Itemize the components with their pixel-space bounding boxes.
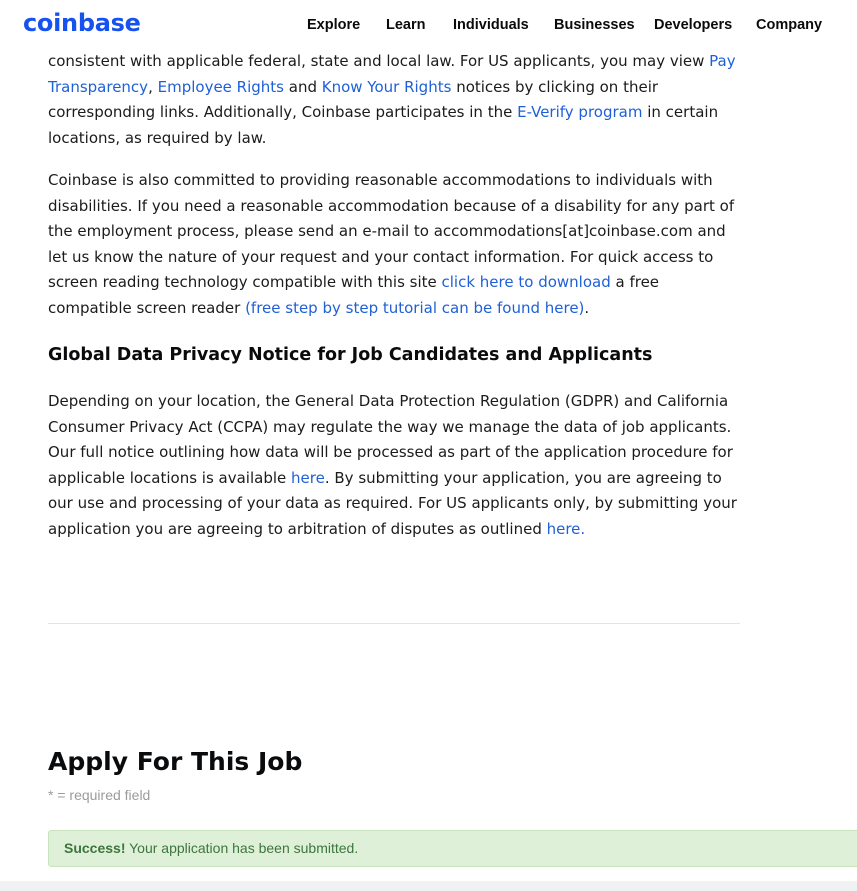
- success-message: Your application has been submitted.: [125, 840, 359, 856]
- site-header: coinbase Explore Learn Individuals Busin…: [0, 0, 857, 52]
- eeo-paragraph: consistent with applicable federal, stat…: [48, 49, 740, 151]
- section-divider: [48, 623, 740, 624]
- know-your-rights-link[interactable]: Know Your Rights: [322, 78, 452, 96]
- nav-item-explore[interactable]: Explore: [307, 17, 360, 33]
- privacy-notice-heading: Global Data Privacy Notice for Job Candi…: [48, 345, 653, 365]
- screen-reader-tutorial-link[interactable]: (free step by step tutorial can be found…: [245, 299, 584, 317]
- nav-item-company[interactable]: Company: [756, 17, 822, 33]
- e-verify-link[interactable]: E-Verify program: [517, 103, 642, 121]
- eeo-text-2: ,: [148, 77, 158, 96]
- page-footer-strip: [0, 881, 857, 891]
- nav-item-learn[interactable]: Learn: [386, 17, 426, 33]
- employee-rights-link[interactable]: Employee Rights: [158, 78, 284, 96]
- required-field-note: * = required field: [48, 787, 151, 803]
- accommodations-text-3: .: [584, 298, 590, 317]
- page: coinbase Explore Learn Individuals Busin…: [0, 0, 857, 891]
- nav-item-individuals[interactable]: Individuals: [453, 17, 529, 33]
- success-label: Success!: [64, 840, 126, 856]
- privacy-paragraph: Depending on your location, the General …: [48, 389, 740, 543]
- eeo-text-1: consistent with applicable federal, stat…: [48, 52, 710, 70]
- privacy-notice-link[interactable]: here: [291, 469, 325, 487]
- apply-heading: Apply For This Job: [48, 747, 303, 776]
- screen-reader-download-link[interactable]: click here to download: [442, 273, 611, 291]
- eeo-text-3: and: [283, 77, 322, 96]
- arbitration-link[interactable]: here.: [547, 520, 586, 538]
- success-alert: Success! Your application has been submi…: [48, 830, 857, 867]
- coinbase-logo[interactable]: coinbase: [23, 9, 141, 37]
- nav-item-businesses[interactable]: Businesses: [554, 17, 635, 33]
- nav-item-developers[interactable]: Developers: [654, 17, 732, 33]
- accommodations-paragraph: Coinbase is also committed to providing …: [48, 168, 740, 322]
